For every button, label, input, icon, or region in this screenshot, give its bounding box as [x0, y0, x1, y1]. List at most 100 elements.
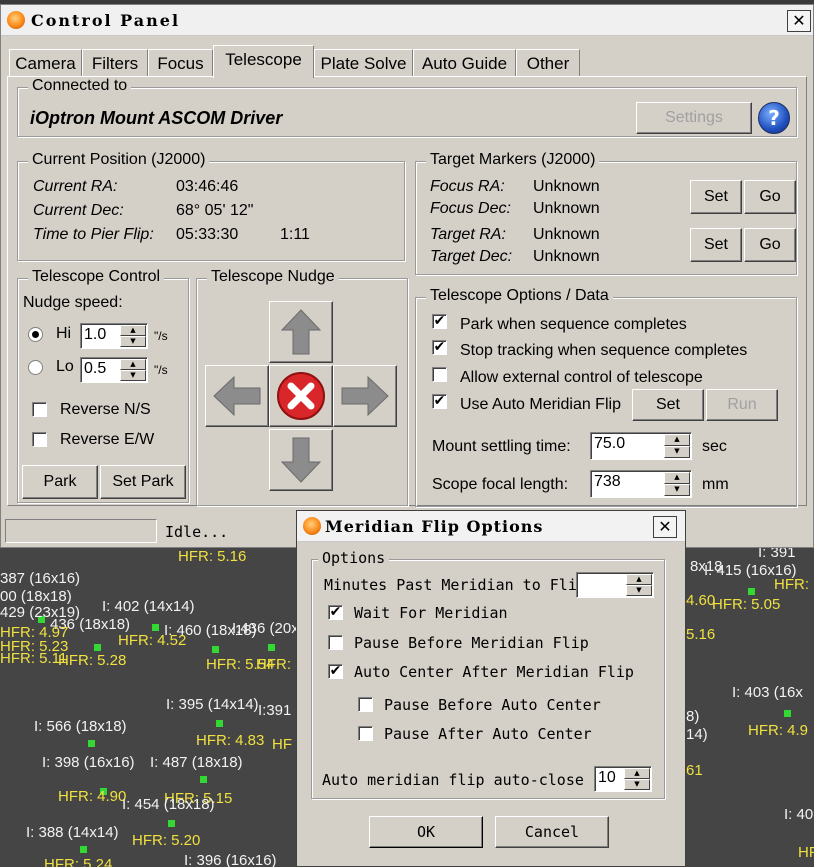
settings-button[interactable]: Settings	[636, 102, 752, 134]
dialog-title-bar[interactable]: Meridian Flip Options ✕	[297, 511, 685, 542]
nudge-hi-radio[interactable]	[28, 327, 43, 342]
pause-before-flip-label: Pause Before Meridian Flip	[354, 634, 589, 652]
star-label: HFR: 4.52	[118, 632, 187, 649]
auto-center-checkbox[interactable]: ✔	[328, 664, 343, 679]
arrow-down-icon	[280, 437, 322, 483]
spin-up-icon[interactable]: ▲	[624, 768, 650, 779]
nudge-west-button[interactable]	[205, 365, 269, 427]
star-label: 387 (16x16)	[0, 570, 81, 587]
star-marker	[80, 846, 87, 853]
park-when-done-label: Park when sequence completes	[460, 316, 687, 333]
dec-label: Current Dec:	[33, 202, 124, 219]
spin-down-icon[interactable]: ▼	[664, 484, 690, 496]
spin-up-icon[interactable]: ▲	[120, 325, 146, 336]
star-label: I: 398 (16x16)	[42, 754, 135, 771]
spin-up-icon[interactable]: ▲	[664, 434, 690, 446]
auto-close-spinner[interactable]: ▲ ▼	[594, 766, 652, 792]
nudge-lo-spinner[interactable]: ▲ ▼	[80, 357, 148, 383]
stop-tracking-checkbox[interactable]: ✔	[432, 340, 447, 355]
spin-down-icon[interactable]: ▼	[626, 585, 652, 596]
tab-camera[interactable]: Camera	[9, 49, 82, 77]
nudge-hi-input[interactable]	[84, 326, 124, 344]
dec-value: 68° 05' 12"	[176, 202, 254, 219]
telescope-control-title: Telescope Control	[28, 268, 165, 286]
spin-down-icon[interactable]: ▼	[120, 370, 146, 381]
minutes-past-input[interactable]	[580, 575, 626, 593]
meridian-set-button[interactable]: Set	[632, 389, 704, 421]
dialog-close-button[interactable]: ✕	[653, 516, 677, 538]
nudge-east-button[interactable]	[333, 365, 397, 427]
tab-filters[interactable]: Filters	[82, 49, 148, 77]
tab-telescope[interactable]: Telescope	[213, 45, 314, 78]
focus-go-button[interactable]: Go	[744, 180, 796, 214]
pause-before-flip-checkbox[interactable]	[328, 635, 343, 650]
options-group: Options Minutes Past Meridian to Flip: ▲…	[311, 549, 665, 799]
focus-ra-label: Focus RA:	[430, 178, 505, 195]
settle-time-spinner[interactable]: ▲ ▼	[590, 432, 692, 460]
star-label: HF	[798, 844, 814, 861]
tab-focus[interactable]: Focus	[148, 49, 213, 77]
progress-box	[5, 519, 157, 543]
park-button[interactable]: Park	[22, 465, 98, 499]
pause-before-center-checkbox[interactable]	[358, 697, 373, 712]
nudge-lo-label: Lo	[56, 358, 74, 375]
close-button[interactable]: ✕	[787, 10, 811, 32]
meridian-flip-dialog: Meridian Flip Options ✕ Options Minutes …	[296, 510, 686, 867]
arrow-right-icon	[341, 375, 389, 417]
focus-dec-value: Unknown	[533, 200, 600, 217]
pier-flip-label: Time to Pier Flip:	[33, 226, 154, 243]
allow-external-checkbox[interactable]	[432, 367, 447, 382]
meridian-flip-checkbox[interactable]: ✔	[432, 394, 447, 409]
star-marker	[212, 646, 219, 653]
focus-ra-value: Unknown	[533, 178, 600, 195]
target-go-button[interactable]: Go	[744, 228, 796, 262]
wait-meridian-checkbox[interactable]: ✔	[328, 605, 343, 620]
tab-other[interactable]: Other	[516, 49, 580, 77]
spin-up-icon[interactable]: ▲	[626, 574, 652, 585]
spin-down-icon[interactable]: ▼	[664, 446, 690, 458]
arrow-left-icon	[213, 375, 261, 417]
settle-time-input[interactable]	[594, 435, 654, 453]
minutes-past-spinner[interactable]: ▲ ▼	[576, 572, 654, 598]
tab-plate-solve[interactable]: Plate Solve	[314, 49, 413, 77]
cancel-button[interactable]: Cancel	[495, 816, 609, 848]
options-group-title: Options	[318, 549, 390, 567]
meridian-run-button[interactable]: Run	[706, 389, 778, 421]
target-set-button[interactable]: Set	[690, 228, 742, 262]
nudge-south-button[interactable]	[269, 429, 333, 491]
spin-down-icon[interactable]: ▼	[624, 779, 650, 790]
focal-length-input[interactable]	[594, 473, 654, 491]
park-when-done-checkbox[interactable]: ✔	[432, 314, 447, 329]
pause-after-center-checkbox[interactable]	[358, 726, 373, 741]
target-markers-group: Target Markers (J2000) Focus RA: Unknown…	[415, 151, 797, 275]
nudge-lo-radio[interactable]	[28, 360, 43, 375]
star-marker	[200, 776, 207, 783]
spin-down-icon[interactable]: ▼	[120, 336, 146, 347]
set-park-button[interactable]: Set Park	[100, 465, 186, 499]
title-bar[interactable]: Control Panel ✕	[1, 5, 813, 36]
pause-before-center-label: Pause Before Auto Center	[384, 696, 601, 714]
nudge-hi-unit: "/s	[154, 329, 168, 343]
nudge-lo-input[interactable]	[84, 360, 124, 378]
tab-auto-guide[interactable]: Auto Guide	[413, 49, 516, 77]
dialog-title: Meridian Flip Options	[325, 517, 544, 536]
help-icon[interactable]: ?	[758, 102, 790, 134]
ok-button[interactable]: OK	[369, 816, 483, 848]
ra-value: 03:46:46	[176, 178, 239, 195]
star-marker	[216, 720, 223, 727]
driver-name: iOptron Mount ASCOM Driver	[30, 108, 283, 128]
nudge-north-button[interactable]	[269, 301, 333, 363]
star-label: I: 566 (18x18)	[34, 718, 127, 735]
nudge-lo-unit: "/s	[154, 363, 168, 377]
reverse-ew-checkbox[interactable]	[32, 432, 47, 447]
nudge-stop-button[interactable]	[269, 365, 333, 427]
pier-flip-value: 05:33:30	[176, 226, 239, 243]
star-marker	[268, 644, 275, 651]
nudge-hi-spinner[interactable]: ▲ ▼	[80, 323, 148, 349]
star-marker	[748, 588, 755, 595]
focal-length-spinner[interactable]: ▲ ▼	[590, 470, 692, 498]
spin-up-icon[interactable]: ▲	[664, 472, 690, 484]
reverse-ns-checkbox[interactable]	[32, 402, 47, 417]
focus-set-button[interactable]: Set	[690, 180, 742, 214]
spin-up-icon[interactable]: ▲	[120, 359, 146, 370]
